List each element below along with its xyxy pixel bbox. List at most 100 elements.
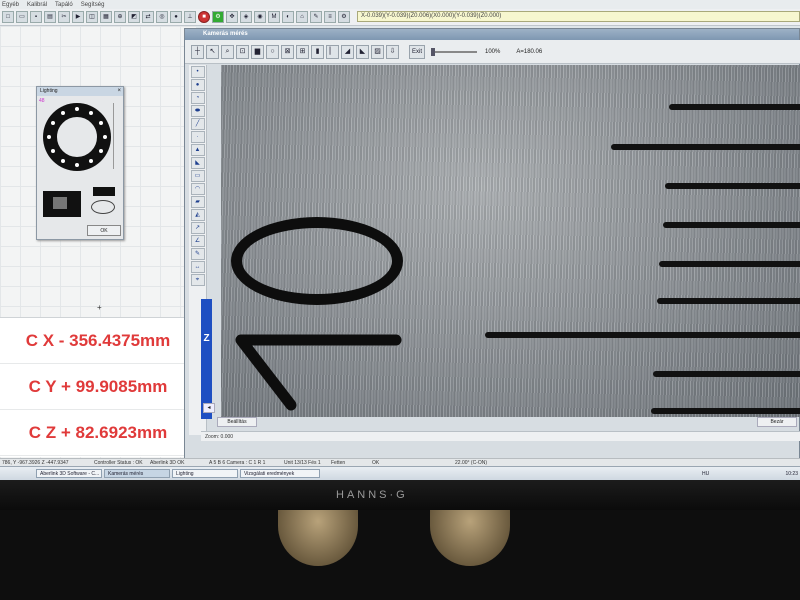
taskbar-item[interactable]: Vizsgálati eredmények bbox=[240, 469, 320, 478]
probe-icon[interactable]: ⊕ bbox=[114, 11, 126, 23]
z-focus-bar[interactable]: Z bbox=[201, 299, 212, 419]
monitor-brand-logo: HANNS·G bbox=[336, 489, 408, 501]
ring-led-icon[interactable] bbox=[75, 107, 79, 111]
beallitas-button[interactable]: Beállítás bbox=[217, 417, 257, 427]
ring-led-icon[interactable] bbox=[75, 163, 79, 167]
open-folder-icon[interactable]: ▭ bbox=[16, 11, 28, 23]
ring-led-icon[interactable] bbox=[47, 135, 51, 139]
ring-led-icon[interactable] bbox=[50, 149, 55, 153]
ring-led-icon[interactable] bbox=[50, 121, 55, 125]
select-icon[interactable]: ⊡ bbox=[236, 44, 249, 59]
measure-icon[interactable]: ◫ bbox=[86, 11, 98, 23]
taskbar-item[interactable]: Lighting bbox=[172, 469, 238, 478]
focus-icon[interactable]: ▮ bbox=[311, 44, 324, 59]
print-icon[interactable]: ▤ bbox=[44, 11, 56, 23]
scroll-arrow-icon[interactable]: ◂ bbox=[203, 403, 215, 413]
ruler-icon[interactable]: ┼ bbox=[191, 44, 204, 59]
arc-icon[interactable]: ◔ bbox=[190, 92, 205, 104]
new-file-icon[interactable]: □ bbox=[2, 11, 14, 23]
close-icon[interactable]: × bbox=[117, 87, 121, 96]
graph-icon[interactable]: ◈ bbox=[240, 11, 252, 23]
axis-icon[interactable]: ⊥ bbox=[184, 11, 196, 23]
ellipse-tool-icon[interactable]: ⬬ bbox=[190, 105, 205, 117]
distance-icon[interactable]: ↔ bbox=[190, 261, 205, 273]
brightness-icon[interactable]: ◣ bbox=[356, 44, 369, 59]
home-icon[interactable]: ⌂ bbox=[296, 11, 308, 23]
settings-icon[interactable]: ⚙ bbox=[338, 11, 350, 23]
close-button[interactable]: Bezár bbox=[757, 417, 797, 427]
wedge-icon[interactable]: ◣ bbox=[190, 157, 205, 169]
scale-tick bbox=[651, 408, 800, 414]
taskbar-item[interactable]: Aberlink 3D Software - C... bbox=[36, 469, 102, 478]
point-icon[interactable]: • bbox=[190, 66, 205, 78]
crosshair-icon: + bbox=[97, 303, 102, 312]
machine-icon[interactable]: ⚙ bbox=[212, 11, 224, 23]
circle-tool-icon[interactable]: ● bbox=[190, 79, 205, 91]
menu-item[interactable]: Segítség bbox=[81, 2, 105, 8]
line-tool-icon[interactable]: ╱ bbox=[190, 118, 205, 130]
arrow-tool-icon[interactable]: ↗ bbox=[190, 222, 205, 234]
image-icon[interactable]: ▨ bbox=[371, 44, 384, 59]
menu-item[interactable]: Kalibrál bbox=[27, 2, 47, 8]
cube-icon[interactable]: ◩ bbox=[128, 11, 140, 23]
pointer-icon[interactable]: ↖ bbox=[206, 44, 219, 59]
taskbar-item[interactable]: Kamerás mérés bbox=[104, 469, 170, 478]
peak-icon[interactable]: ◭ bbox=[190, 209, 205, 221]
slot-icon[interactable]: ▭ bbox=[190, 170, 205, 182]
play-icon[interactable]: ▶ bbox=[72, 11, 84, 23]
magnifier-icon[interactable]: ⌕ bbox=[221, 44, 234, 59]
triangle-icon[interactable]: ▲ bbox=[190, 144, 205, 156]
ring-led-icon[interactable] bbox=[89, 110, 93, 115]
grid-icon[interactable]: ▦ bbox=[100, 11, 112, 23]
ring-led-icon[interactable] bbox=[89, 159, 93, 164]
ring-led-icon[interactable] bbox=[99, 121, 104, 125]
pen-icon[interactable]: ✎ bbox=[190, 248, 205, 260]
zoom-slider[interactable] bbox=[431, 47, 477, 56]
camera-live-image[interactable] bbox=[221, 65, 800, 417]
status-bar: 786, Y -967.3926 Z -447.9347 Controller … bbox=[0, 458, 800, 466]
desktop-screen: Egyéb Kalibrál Tapáló Segítség □ ▭ ▪ ▤ ✂… bbox=[0, 0, 800, 480]
tool-icon[interactable]: ✎ bbox=[310, 11, 322, 23]
menu-item[interactable]: Egyéb bbox=[2, 2, 19, 8]
export-icon[interactable]: ⇩ bbox=[386, 44, 399, 59]
histogram-icon[interactable]: ▆ bbox=[251, 44, 264, 59]
move-icon[interactable]: ✥ bbox=[226, 11, 238, 23]
report-icon[interactable]: M bbox=[268, 11, 280, 23]
camera-window-title: Kamerás mérés bbox=[185, 29, 799, 40]
ring-led-icon[interactable] bbox=[99, 149, 104, 153]
ring-led-icon[interactable] bbox=[61, 110, 65, 115]
mirror-icon[interactable]: ⇄ bbox=[142, 11, 154, 23]
camera-icon[interactable]: ◉ bbox=[254, 11, 266, 23]
curve-icon[interactable]: ◠ bbox=[190, 183, 205, 195]
edge-icon[interactable]: ⊠ bbox=[281, 44, 294, 59]
zoom-icon[interactable]: ◐ bbox=[282, 11, 294, 23]
cut-icon[interactable]: ✂ bbox=[58, 11, 70, 23]
line-icon[interactable]: ▏ bbox=[326, 44, 339, 59]
ok-button[interactable]: OK bbox=[87, 225, 121, 236]
backlight-box[interactable] bbox=[43, 191, 81, 217]
stop-icon[interactable]: ■ bbox=[198, 11, 210, 23]
ring-led-icon[interactable] bbox=[103, 135, 107, 139]
ring-level-label: 48 bbox=[39, 98, 45, 104]
circle-icon[interactable]: ○ bbox=[266, 44, 279, 59]
ring-light-icon[interactable] bbox=[43, 103, 111, 171]
target-icon[interactable]: ◎ bbox=[156, 11, 168, 23]
ring-led-icon[interactable] bbox=[61, 159, 65, 164]
coaxial-light-box[interactable] bbox=[93, 187, 115, 196]
edge-detect-icon[interactable]: ▰ bbox=[190, 196, 205, 208]
lighting-dialog-title: Lighting × bbox=[37, 87, 123, 96]
menu-item[interactable]: Tapáló bbox=[55, 2, 73, 8]
ellipse-light-icon[interactable] bbox=[91, 200, 115, 214]
language-indicator[interactable]: HU bbox=[702, 471, 709, 477]
angle-tool-icon[interactable]: ∠ bbox=[190, 235, 205, 247]
clock[interactable]: 10:23 bbox=[785, 471, 798, 477]
save-icon[interactable]: ▪ bbox=[30, 11, 42, 23]
small-point-icon[interactable]: · bbox=[190, 131, 205, 143]
list-icon[interactable]: ≡ bbox=[324, 11, 336, 23]
contrast-icon[interactable]: ◢ bbox=[341, 44, 354, 59]
sphere-icon[interactable]: ● bbox=[170, 11, 182, 23]
exit-button[interactable]: Exit bbox=[409, 44, 425, 59]
measure-tool-icon[interactable]: ⌖ bbox=[190, 274, 205, 286]
intensity-slider[interactable] bbox=[113, 103, 117, 169]
grid-view-icon[interactable]: ⊞ bbox=[296, 44, 309, 59]
